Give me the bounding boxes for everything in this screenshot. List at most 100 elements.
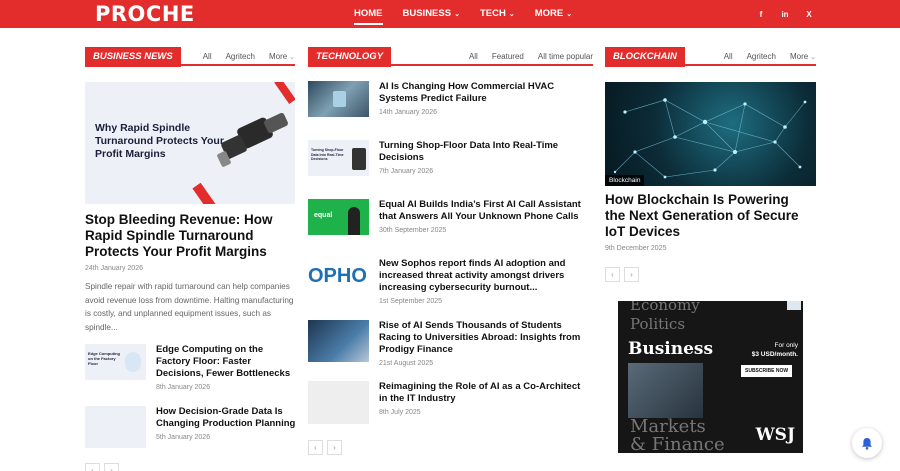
section-header: BUSINESS NEWS All Agritech More: [85, 44, 295, 67]
article-date: 8th January 2026: [156, 384, 211, 391]
article-thumbnail[interactable]: [308, 320, 369, 362]
pagination: ‹ ›: [308, 440, 342, 455]
tablet-icon: [352, 148, 366, 170]
article-thumbnail[interactable]: [85, 406, 146, 448]
article-thumbnail[interactable]: Edge Computing on the Factory Floor: [85, 344, 146, 380]
ad-photo: [628, 363, 703, 418]
list-item[interactable]: equal Equal AI Builds India’s First AI C…: [308, 199, 590, 249]
featured-excerpt: Spindle repair with rapid turnaround can…: [85, 282, 294, 332]
featured-image[interactable]: Why Rapid Spindle Turnaround Protects Yo…: [85, 82, 295, 204]
featured-title[interactable]: Stop Bleeding Revenue: How Rapid Spindle…: [85, 212, 300, 260]
list-item[interactable]: Edge Computing on the Factory Floor Edge…: [85, 344, 300, 394]
chevron-down-icon: ⌄: [508, 11, 515, 18]
filter-all-time-popular[interactable]: All time popular: [538, 52, 593, 61]
bell-icon: [862, 437, 872, 450]
decor-stripe: [274, 82, 295, 104]
advertisement-banner[interactable]: Economy Politics Business For only $3 US…: [618, 301, 803, 453]
list-item[interactable]: Turning Shop-Floor Data Into Real-Time D…: [308, 140, 590, 190]
hvac-icon: [333, 91, 346, 107]
next-page-button[interactable]: ›: [624, 267, 639, 282]
section-tag[interactable]: BUSINESS NEWS: [85, 47, 181, 67]
nav-tech[interactable]: TECH ⌄: [480, 0, 515, 28]
article-date: 30th September 2025: [379, 227, 447, 234]
ad-offer: For only $3 USD/month.: [742, 341, 798, 359]
article-title[interactable]: Turning Shop-Floor Data Into Real-Time D…: [379, 140, 591, 164]
filter-all[interactable]: All: [469, 52, 478, 61]
section-header: BLOCKCHAIN All Agritech More: [605, 44, 816, 67]
nav-business-label: BUSINESS: [402, 8, 452, 19]
article-date: 7th January 2026: [379, 168, 434, 175]
prev-page-button[interactable]: ‹: [308, 440, 323, 455]
article-thumbnail[interactable]: equal: [308, 199, 369, 235]
adchoices-icon[interactable]: [787, 301, 801, 310]
pagination: ‹ ›: [85, 463, 119, 471]
pagination: ‹ ›: [605, 267, 639, 282]
facebook-icon[interactable]: f: [756, 10, 766, 19]
business-news-column: BUSINESS NEWS All Agritech More Why Rapi…: [85, 44, 295, 471]
top-nav-bar: PROCHE HOME BUSINESS ⌄ TECH ⌄ MORE ⌄ f in X: [0, 0, 900, 28]
article-date: 21st August 2025: [379, 360, 434, 367]
ad-headline: Business: [628, 339, 714, 359]
site-logo[interactable]: PROCHE: [95, 2, 195, 26]
nav-home[interactable]: HOME: [354, 0, 383, 28]
article-thumbnail[interactable]: [308, 81, 369, 117]
technology-column: TECHNOLOGY All Featured All time popular…: [308, 44, 593, 455]
x-twitter-icon[interactable]: X: [804, 10, 814, 19]
main-nav: HOME BUSINESS ⌄ TECH ⌄ MORE ⌄: [354, 0, 592, 28]
ad-brand-logo: WSJ: [755, 425, 795, 445]
nav-tech-label: TECH: [479, 8, 506, 19]
filter-agritech[interactable]: Agritech: [226, 52, 255, 61]
person-icon: [348, 207, 360, 235]
thumbnail-text: Turning Shop-Floor Data Into Real-Time D…: [311, 148, 344, 161]
thumbnail-text: Edge Computing on the Factory Floor: [88, 351, 120, 366]
filter-all[interactable]: All: [724, 52, 733, 61]
chevron-down-icon: ⌄: [566, 11, 573, 18]
prev-page-button[interactable]: ‹: [605, 267, 620, 282]
article-thumbnail[interactable]: OPHO: [308, 258, 369, 294]
list-item[interactable]: Reimagining the Role of AI as a Co-Archi…: [308, 381, 590, 431]
filter-agritech[interactable]: Agritech: [747, 52, 776, 61]
network-graphic: [613, 98, 807, 179]
linkedin-icon[interactable]: in: [780, 10, 790, 19]
article-title[interactable]: Equal AI Builds India’s First AI Call As…: [379, 199, 591, 223]
ad-price: $3 USD/month.: [751, 351, 798, 358]
section-tag[interactable]: TECHNOLOGY: [308, 47, 392, 67]
article-title[interactable]: Edge Computing on the Factory Floor: Fas…: [156, 344, 300, 380]
ad-text: Politics: [630, 315, 686, 333]
filter-featured[interactable]: Featured: [492, 52, 524, 61]
prev-page-button[interactable]: ‹: [85, 463, 100, 471]
notification-button[interactable]: [852, 428, 882, 458]
article-title[interactable]: Reimagining the Role of AI as a Co-Archi…: [379, 381, 591, 405]
decor-stripe: [192, 182, 224, 204]
list-item[interactable]: OPHO New Sophos report finds AI adoption…: [308, 258, 590, 308]
article-thumbnail[interactable]: [308, 381, 369, 424]
article-date: 14th January 2026: [379, 109, 437, 116]
nav-more-label: MORE: [534, 8, 564, 19]
subscribe-button[interactable]: SUBSCRIBE NOW: [741, 365, 793, 377]
category-label[interactable]: Blockchain: [605, 175, 645, 186]
article-date: 1st September 2025: [379, 298, 443, 305]
list-item[interactable]: Rise of AI Sends Thousands of Students R…: [308, 320, 590, 370]
ad-offer-label: For only: [774, 342, 798, 349]
nav-more[interactable]: MORE ⌄: [535, 0, 572, 28]
list-item[interactable]: AI Is Changing How Commercial HVAC Syste…: [308, 81, 590, 131]
article-title[interactable]: How Decision-Grade Data Is Changing Prod…: [156, 406, 300, 430]
filter-more[interactable]: More: [269, 52, 295, 61]
article-title[interactable]: Rise of AI Sends Thousands of Students R…: [379, 320, 591, 356]
article-thumbnail[interactable]: Turning Shop-Floor Data Into Real-Time D…: [308, 140, 369, 176]
featured-image[interactable]: Blockchain: [605, 82, 816, 186]
nav-business[interactable]: BUSINESS ⌄: [403, 0, 460, 28]
article-title[interactable]: New Sophos report finds AI adoption and …: [379, 258, 591, 294]
article-title[interactable]: AI Is Changing How Commercial HVAC Syste…: [379, 81, 591, 105]
ad-text: & Finance: [630, 434, 725, 454]
section-filters: All Agritech More: [203, 52, 295, 61]
featured-title[interactable]: How Blockchain Is Powering the Next Gene…: [605, 192, 810, 240]
section-tag[interactable]: BLOCKCHAIN: [605, 47, 685, 67]
section-filters: All Agritech More: [724, 52, 816, 61]
next-page-button[interactable]: ›: [327, 440, 342, 455]
list-item[interactable]: How Decision-Grade Data Is Changing Prod…: [85, 406, 300, 456]
next-page-button[interactable]: ›: [104, 463, 119, 471]
filter-all[interactable]: All: [203, 52, 212, 61]
ad-text: Economy: [630, 301, 700, 314]
filter-more[interactable]: More: [790, 52, 816, 61]
